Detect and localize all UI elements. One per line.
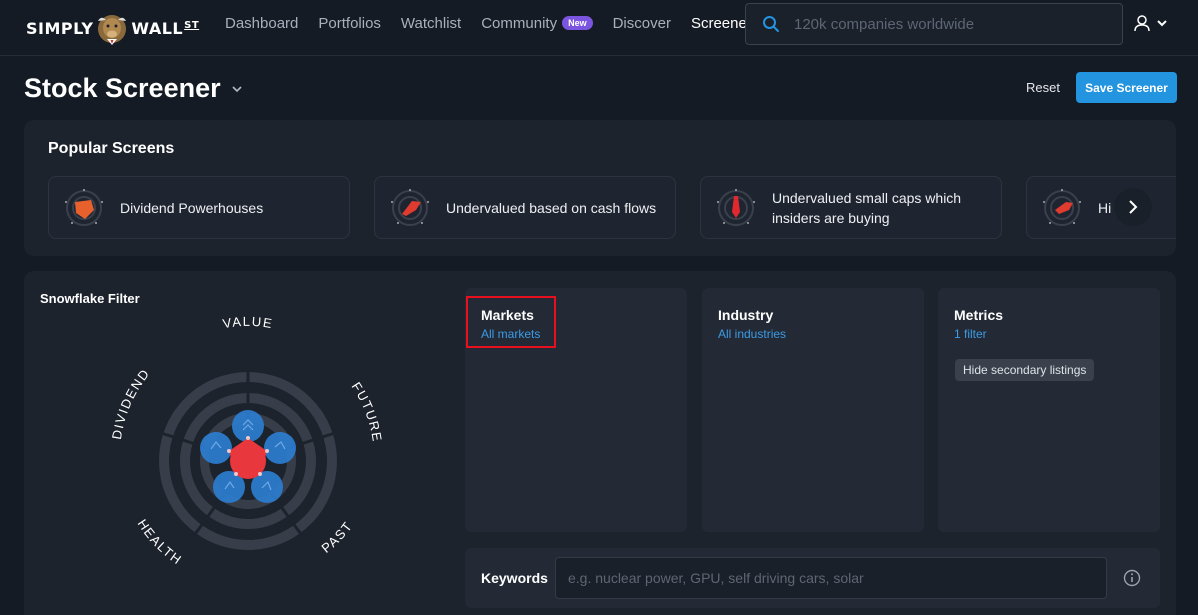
- info-icon[interactable]: [1123, 569, 1141, 587]
- screen-card-dividend-powerhouses[interactable]: Dividend Powerhouses: [48, 176, 350, 239]
- search-icon: [763, 16, 779, 32]
- screen-card-undervalued-cash-flows[interactable]: Undervalued based on cash flows: [374, 176, 676, 239]
- chevron-right-icon: [1129, 200, 1138, 214]
- save-screener-button[interactable]: Save Screener: [1076, 72, 1177, 103]
- logo-text-left: SIMPLY: [26, 18, 94, 38]
- screen-card-label: Dividend Powerhouses: [120, 199, 264, 216]
- metrics-value[interactable]: 1 filter: [954, 327, 987, 341]
- nav-portfolios[interactable]: Portfolios: [318, 15, 381, 32]
- axis-label-past[interactable]: PAST: [319, 518, 356, 556]
- keywords-row: Keywords: [465, 548, 1160, 608]
- bull-logo-icon: [98, 15, 127, 45]
- nav-screener[interactable]: Screener: [691, 15, 752, 32]
- industry-filter-card[interactable]: Industry All industries: [702, 288, 924, 532]
- logo-text-right: WALL: [131, 18, 184, 38]
- screen-card-label: Undervalued based on cash flows: [446, 199, 657, 216]
- snowflake-filter-chart[interactable]: VALUE FUTURE PAST HEALTH DIVIDEND: [98, 311, 398, 611]
- snowflake-thumbnail-icon: [65, 188, 103, 226]
- metrics-filter-card[interactable]: Metrics 1 filter Hide secondary listings: [938, 288, 1160, 532]
- nav-discover[interactable]: Discover: [613, 15, 671, 32]
- search-bar[interactable]: [745, 3, 1123, 45]
- keywords-input[interactable]: [555, 557, 1107, 599]
- user-icon: [1134, 15, 1150, 32]
- metrics-title: Metrics: [954, 307, 1004, 323]
- page-title[interactable]: Stock Screener: [24, 73, 243, 104]
- keywords-label: Keywords: [481, 570, 548, 586]
- snowflake-thumbnail-icon: [1043, 188, 1081, 226]
- popular-screens-title: Popular Screens: [48, 140, 175, 157]
- user-menu-button[interactable]: [1133, 12, 1173, 34]
- axis-label-future[interactable]: FUTURE: [349, 379, 385, 443]
- logo-text-suffix: ST: [184, 19, 200, 31]
- snowflake-filter-title: Snowflake Filter: [40, 291, 140, 306]
- nav-links: Dashboard Portfolios Watchlist Community…: [225, 0, 772, 46]
- industry-value[interactable]: All industries: [718, 327, 786, 341]
- screen-card-label: Undervalued small caps which insiders ar…: [772, 189, 962, 226]
- top-navigation: SIMPLY WALL ST Dashboard Portfolios Watc…: [0, 0, 1198, 56]
- axis-label-health[interactable]: HEALTH: [135, 516, 186, 567]
- search-input[interactable]: [794, 15, 1094, 33]
- chevron-down-icon: [1157, 20, 1167, 27]
- filter-panel: Snowflake Filter VALUE FUTURE PAST HEALT…: [24, 271, 1176, 615]
- reset-button[interactable]: Reset: [1016, 76, 1070, 99]
- chevron-down-icon: [232, 85, 242, 92]
- popular-screens-panel: Popular Screens Dividend Powerhouses Und…: [24, 120, 1176, 256]
- hide-secondary-listings-chip[interactable]: Hide secondary listings: [955, 359, 1095, 381]
- axis-label-value[interactable]: VALUE: [222, 314, 275, 331]
- page-title-text: Stock Screener: [24, 73, 221, 103]
- screen-card-undervalued-small-caps[interactable]: Undervalued small caps which insiders ar…: [700, 176, 1002, 239]
- nav-community[interactable]: Community New: [481, 14, 593, 32]
- nav-dashboard[interactable]: Dashboard: [225, 15, 298, 32]
- nav-watchlist[interactable]: Watchlist: [401, 15, 461, 32]
- snowflake-thumbnail-icon: [391, 188, 429, 226]
- new-badge: New: [562, 16, 593, 30]
- carousel-next-button[interactable]: [1114, 188, 1152, 226]
- nav-community-label: Community: [481, 14, 558, 32]
- markets-highlight-box: [466, 296, 556, 348]
- logo[interactable]: SIMPLY WALL ST: [26, 8, 199, 48]
- snowflake-thumbnail-icon: [717, 188, 755, 226]
- axis-label-dividend[interactable]: DIVIDEND: [109, 366, 153, 441]
- industry-title: Industry: [718, 307, 774, 323]
- screen-card-label: Hi: [1098, 199, 1112, 216]
- screen-card-partial[interactable]: Hi: [1026, 176, 1176, 239]
